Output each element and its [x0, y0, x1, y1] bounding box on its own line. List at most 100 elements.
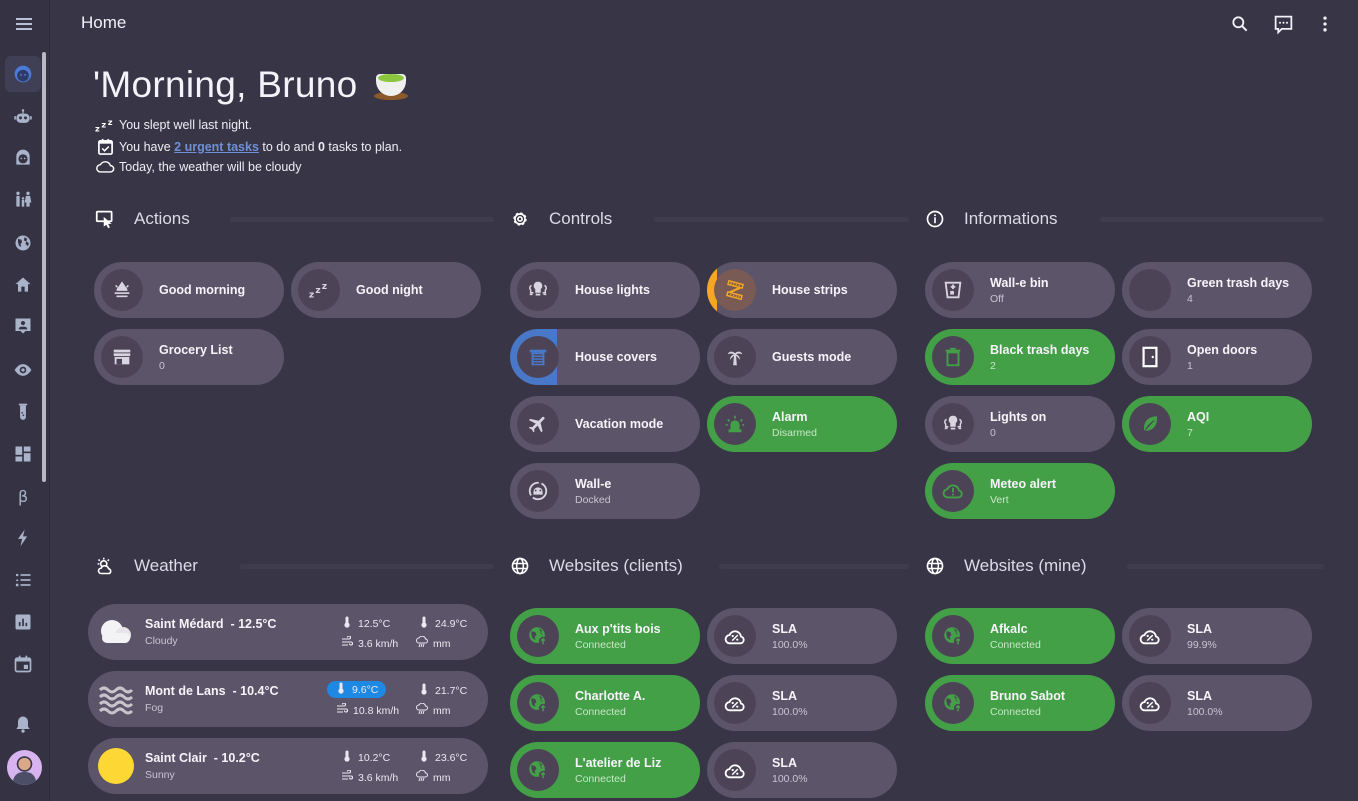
max-temp-value: 21.7°C [435, 684, 468, 697]
sidebar-item-list[interactable] [5, 562, 41, 598]
card-house-strips[interactable]: House strips [707, 262, 897, 318]
min-temp-value: 9.6°C [352, 683, 379, 696]
thermometer-icon [418, 683, 430, 698]
card-house-lights[interactable]: House lights [510, 262, 700, 318]
menu-icon[interactable] [14, 14, 36, 34]
max-temp: 21.7°C [418, 683, 467, 698]
current-temp: - 10.2°C [213, 751, 260, 765]
card-wall-e-bin[interactable]: Wall-e bin Off [925, 262, 1115, 318]
card-alarm[interactable]: Alarm Disarmed [707, 396, 897, 452]
sidebar-item-face-woman[interactable] [5, 140, 41, 176]
thermometer-icon [418, 616, 430, 631]
card-vacation-mode[interactable]: Vacation mode [510, 396, 700, 452]
card-sla[interactable]: SLA 100.0% [707, 742, 897, 798]
svg-text:z: z [101, 120, 106, 130]
card-good-morning[interactable]: Good morning [94, 262, 284, 318]
section-websites-mine-header: Websites (mine) [924, 554, 1324, 578]
section-title: Informations [964, 209, 1058, 228]
weather-card[interactable]: Saint Clair - 10.2°C Sunny 10.2°C 23.6°C… [88, 738, 488, 794]
card-name: Meteo alert [990, 476, 1056, 491]
home-icon [15, 277, 31, 292]
weather-text: Today, the weather will be cloudy [119, 159, 302, 174]
card-charlotte-a[interactable]: Charlotte A. Connected [510, 675, 700, 731]
card-text: Alarm Disarmed [772, 410, 817, 439]
sidebar-item-test-tube[interactable] [5, 394, 41, 430]
sidebar-item-account-box[interactable] [5, 308, 41, 344]
card-sla[interactable]: SLA 100.0% [707, 608, 897, 664]
palm-tree-icon [714, 336, 756, 378]
card-state: 100.0% [772, 705, 808, 718]
sidebar-scrollbar[interactable] [42, 52, 46, 482]
card-black-trash-days[interactable]: Black trash days 2 [925, 329, 1115, 385]
card-lights-on[interactable]: Lights on 0 [925, 396, 1115, 452]
card-green-trash-days[interactable]: Green trash days 4 [1122, 262, 1312, 318]
cog-icon [509, 208, 531, 230]
wind-value: 3.6 km/h [358, 771, 399, 784]
sidebar-item-face[interactable] [5, 56, 41, 92]
urgent-tasks-link[interactable]: 2 urgent tasks [174, 140, 259, 154]
card-aqi[interactable]: AQI 7 [1122, 396, 1312, 452]
card-l-atelier-de-liz[interactable]: L'atelier de Liz Connected [510, 742, 700, 798]
section-title: Controls [549, 209, 613, 228]
card-wall-e[interactable]: Wall-e Docked [510, 463, 700, 519]
weather-card[interactable]: Saint Médard - 12.5°C Cloudy 12.5°C 24.9… [88, 604, 488, 660]
card-text: Aux p'tits bois Connected [575, 622, 661, 651]
card-sla[interactable]: SLA 99.9% [1122, 608, 1312, 664]
sidebar-item-home[interactable] [5, 267, 41, 303]
card-grocery-list[interactable]: Grocery List 0 [94, 329, 284, 385]
lightbulb-group-icon [517, 269, 559, 311]
card-state: Off [990, 292, 1004, 305]
card-aux-p-tits-bois[interactable]: Aux p'tits bois Connected [510, 608, 700, 664]
card-text: Charlotte A. Connected [575, 689, 645, 718]
card-open-doors[interactable]: Open doors 1 [1122, 329, 1312, 385]
svg-text:z: z [108, 117, 113, 127]
family-icon [16, 191, 32, 207]
card-text: Afkalc Connected [990, 622, 1041, 651]
user-avatar[interactable] [7, 750, 42, 785]
more-vert-icon [1323, 16, 1327, 32]
wind-value: 3.6 km/h [358, 637, 399, 650]
card-name: SLA [772, 755, 797, 770]
card-state: Connected [990, 638, 1041, 651]
sidebar-item-family[interactable] [5, 182, 41, 218]
card-good-night[interactable]: z z z Good night [291, 262, 481, 318]
card-state: 1 [1187, 359, 1193, 372]
card-sla[interactable]: SLA 100.0% [1122, 675, 1312, 731]
card-sla[interactable]: SLA 100.0% [707, 675, 897, 731]
sidebar-item-chart[interactable] [5, 604, 41, 640]
sidebar-item-beta[interactable]: β [5, 478, 41, 514]
sidebar-item-robot[interactable] [5, 99, 41, 135]
card-house-covers[interactable]: House covers [510, 329, 700, 385]
tea-icon [374, 70, 409, 100]
card-name: AQI [1187, 409, 1210, 424]
card-meteo-alert[interactable]: Meteo alert Vert [925, 463, 1115, 519]
sleep-summary: zzz You slept well last night. [95, 117, 252, 133]
wind-icon [336, 702, 349, 718]
assist-button[interactable] [1272, 13, 1294, 35]
rain-value: mm [433, 704, 451, 717]
card-guests-mode[interactable]: Guests mode [707, 329, 897, 385]
sidebar-item-calendar[interactable] [5, 646, 41, 682]
sidebar-item-globe[interactable] [5, 225, 41, 261]
weather-location: Saint Clair - 10.2°C [145, 751, 260, 765]
cloudy-icon [96, 613, 136, 651]
rain-value: mm [433, 771, 451, 784]
card-name: House lights [575, 283, 651, 297]
sidebar-item-flash[interactable] [5, 520, 41, 556]
tasks-suffix: tasks to plan. [324, 139, 403, 154]
sunrise-icon [101, 269, 143, 311]
card-afkalc[interactable]: Afkalc Connected [925, 608, 1115, 664]
cloud-percent-icon [714, 749, 756, 791]
card-bruno-sabot[interactable]: Bruno Sabot Connected [925, 675, 1115, 731]
page-title: Home [81, 13, 127, 32]
greeting-title: 'Morning, Bruno [93, 64, 409, 106]
sidebar-item-dashboard[interactable] [5, 436, 41, 472]
more-options-button[interactable] [1314, 13, 1336, 35]
sidebar-item-eye[interactable] [5, 352, 41, 388]
location-name: Mont de Lans [145, 684, 226, 698]
weather-card[interactable]: Mont de Lans - 10.4°C Fog 9.6°C 21.7°C 1… [88, 671, 488, 727]
section-divider [653, 217, 909, 222]
notifications-button[interactable] [5, 706, 41, 742]
section-websites-clients-header: Websites (clients) [509, 554, 909, 578]
search-button[interactable] [1229, 13, 1251, 35]
